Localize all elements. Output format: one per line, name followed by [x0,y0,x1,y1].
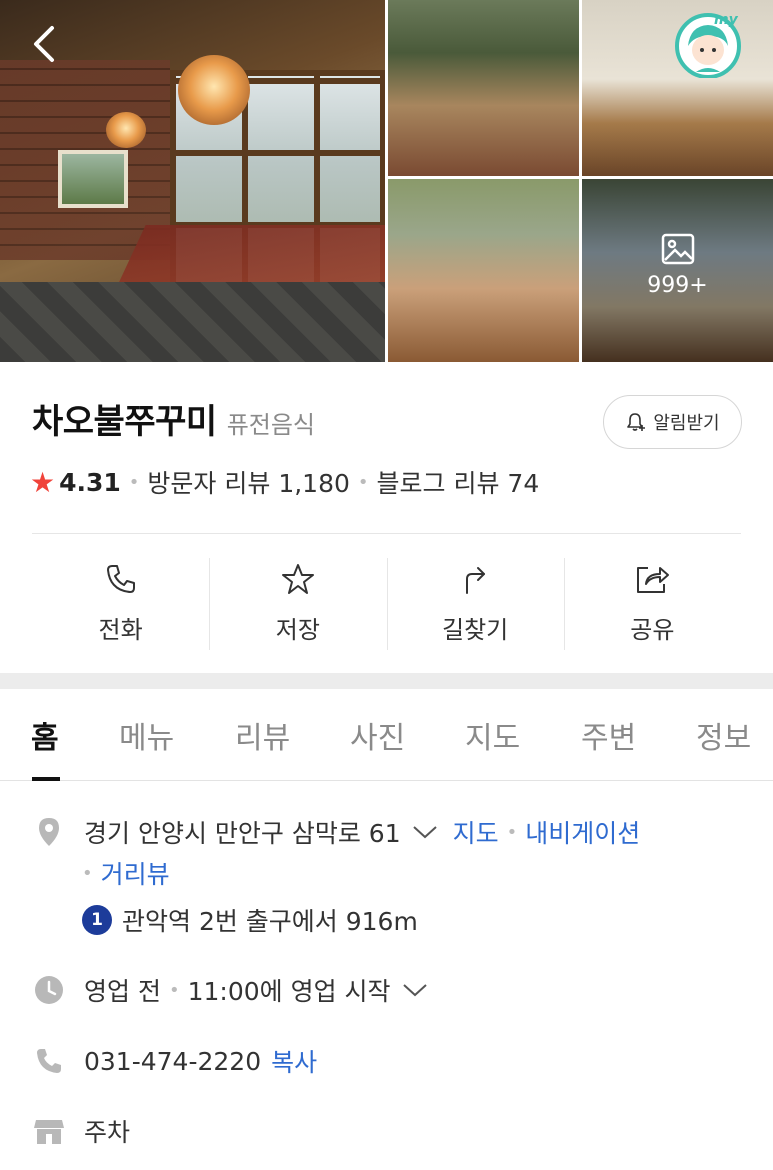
blog-reviews-link[interactable]: 블로그 리뷰 74 [377,464,540,500]
svg-text:my: my [714,12,739,28]
photo-thumbnail[interactable] [388,0,579,176]
tab-menu[interactable]: 메뉴 [119,713,174,757]
chevron-down-icon[interactable] [411,818,439,847]
location-pin-icon [32,816,66,848]
call-label: 전화 [98,616,143,644]
tab-reviews[interactable]: 리뷰 [235,713,290,757]
rating-score: 4.31 [59,467,121,497]
map-link[interactable]: 지도 [453,814,499,850]
alarm-button[interactable]: 알림받기 [603,395,742,449]
hours-row: 영업 전 • 11:00에 영업 시작 [32,972,429,1008]
tab-bar: 홈 메뉴 리뷰 사진 지도 주변 정보 [0,689,773,781]
photo-gallery[interactable]: 999+ [0,0,773,362]
share-label: 공유 [630,616,675,644]
title-row: 차오불쭈꾸미 퓨전음식 [32,394,315,443]
hours-detail: 11:00에 영업 시작 [187,977,391,1006]
star-outline-icon [281,564,314,594]
divider [32,533,741,534]
image-icon [661,233,694,265]
share-button[interactable]: 공유 [563,558,741,650]
photo-count: 999+ [647,273,708,298]
directions-button[interactable]: 길찾기 [386,558,564,650]
phone-number[interactable]: 031-474-2220 [84,1047,261,1076]
separator-dot: • [357,471,369,493]
parking-row: 주차 [32,1113,130,1149]
photo-floor [0,282,385,362]
directions-label: 길찾기 [442,616,509,644]
street-view-link[interactable]: 거리뷰 [101,855,170,891]
section-separator [0,673,773,689]
tab-info[interactable]: 정보 [696,713,751,757]
separator-dot: • [82,862,93,884]
active-tab-indicator [32,777,60,781]
place-category: 퓨전음식 [226,411,316,439]
hours-status: 영업 전 [84,977,161,1006]
chevron-down-icon[interactable] [401,976,429,1005]
address-row: 경기 안양시 만안구 삼막로 61 지도 • 내비게이션 [32,814,640,850]
subway-row: 1 관악역 2번 출구에서 916m [82,902,418,938]
photo-painting [58,150,128,208]
clock-icon [32,974,66,1006]
alarm-label: 알림받기 [653,413,720,434]
photo-thumbnail[interactable] [388,179,579,362]
address-text: 경기 안양시 만안구 삼막로 61 [84,819,401,848]
separator-dot: • [128,471,140,493]
photo-more-thumbnail[interactable]: 999+ [582,179,773,362]
phone-row: 031-474-2220 복사 [32,1043,317,1079]
separator-dot: • [506,821,518,843]
save-label: 저장 [275,616,320,644]
visitor-reviews-link[interactable]: 방문자 리뷰 1,180 [147,464,349,500]
rating-row: ★ 4.31 • 방문자 리뷰 1,180 • 블로그 리뷰 74 [30,464,539,500]
photo-lamp-small [106,112,146,148]
chevron-left-icon [34,26,54,62]
photo-lamp-large [178,55,250,125]
back-button[interactable] [28,22,62,66]
tab-photos[interactable]: 사진 [350,713,405,757]
tab-nearby[interactable]: 주변 [581,713,636,757]
share-icon [637,567,670,593]
street-view-row: • 거리뷰 [82,855,170,891]
photo-more: 999+ [582,231,773,298]
action-bar: 전화 저장 길찾기 공유 [32,558,741,650]
navigation-link[interactable]: 내비게이션 [525,814,640,850]
avatar-icon: my [675,12,741,79]
subway-line-badge: 1 [82,905,112,935]
star-icon: ★ [30,465,56,499]
copy-link[interactable]: 복사 [271,1043,317,1079]
separator-dot: • [168,979,180,1001]
subway-info: 관악역 2번 출구에서 916m [122,907,418,936]
place-name: 차오불쭈꾸미 [32,402,217,442]
parking-label: 주차 [84,1118,131,1147]
tab-home[interactable]: 홈 [31,713,59,757]
directions-icon [466,567,486,594]
store-icon [32,1116,66,1146]
my-profile-button[interactable]: my [674,10,744,79]
phone-filled-icon [32,1046,66,1076]
tab-map[interactable]: 지도 [465,713,520,757]
save-button[interactable]: 저장 [209,558,386,650]
phone-icon [106,565,135,593]
call-button[interactable]: 전화 [32,558,209,650]
bell-plus-icon [627,413,646,431]
